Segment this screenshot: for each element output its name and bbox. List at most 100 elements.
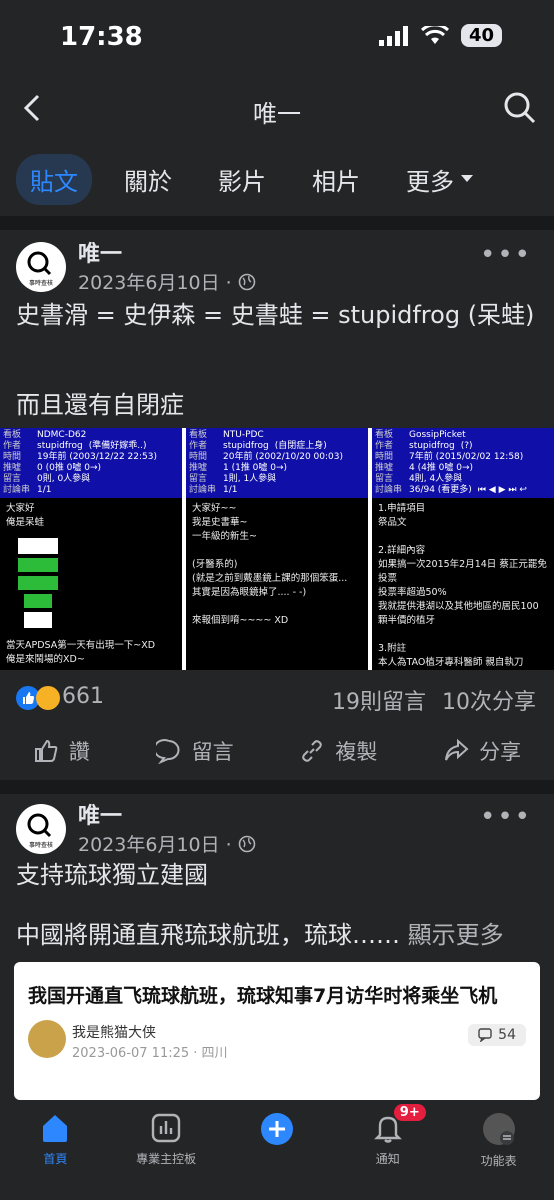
page-title: 唯一 [253, 100, 301, 128]
like-button[interactable]: 讚 [33, 736, 90, 766]
more-options-icon[interactable]: ••• [480, 240, 532, 270]
fact-check-logo-icon: 事時查核 [27, 813, 53, 849]
ptt-comments: 0則, 0人參與 [37, 474, 91, 484]
ptt-key: 看板 [189, 430, 208, 440]
wifi-icon [420, 25, 449, 44]
ptt-line: 祭品文 [378, 517, 407, 528]
post-text-truncated: 中國將開通直飛琉球航班，琉球…… 顯示更多 [16, 918, 536, 952]
ptt-key: 推噓 [375, 463, 394, 473]
signal-icon [378, 25, 408, 46]
ptt-key: 時間 [375, 452, 394, 462]
post-text-excerpt: 中國將開通直飛琉球航班，琉球…… [16, 921, 400, 949]
like-label: 讚 [68, 740, 90, 764]
ptt-panel-header: 看板 GossipPicket 作者 stupidfrog (?) 時間 7年前 (20… [372, 428, 554, 498]
post-author[interactable]: 唯一 [78, 798, 122, 830]
copy-button[interactable]: 複製 [299, 736, 377, 766]
status-icons: 40 [378, 24, 502, 47]
divider [0, 780, 554, 794]
profile-tabs: 貼文 關於 影片 相片 更多 [0, 150, 554, 208]
ptt-push: 0 (0推 0噓 0→) [37, 463, 102, 473]
thumbs-up-icon [34, 739, 58, 762]
nav-menu[interactable]: 功能表 [449, 1112, 549, 1200]
ptt-line: 其實是因為眼鏡掉了.... - -) [192, 587, 307, 598]
preview-comment-count: 54 [498, 1027, 516, 1043]
post-date: 2023年6月10日 · [78, 834, 232, 856]
ptt-page: 1/1 [37, 485, 52, 495]
post-header: 事時查核 唯一 2023年6月10日 · ••• [0, 798, 554, 858]
ptt-line: 當天APDSA第一天有出現一下~XD [6, 640, 156, 651]
svg-text:事時查核: 事時查核 [29, 841, 53, 849]
comment-icon [155, 739, 180, 764]
nav-create[interactable] [227, 1112, 327, 1200]
ptt-push: 4 (4推 0噓 0→) [409, 463, 474, 473]
ptt-line: 本人為TAO植牙專科醫師 親自執刀 [378, 657, 524, 668]
post-meta: 2023年6月10日 · [78, 268, 256, 295]
nav-label: 功能表 [480, 1154, 517, 1168]
ptt-time: 7年前 (2015/02/02 12:58) [409, 452, 524, 462]
search-button[interactable] [502, 90, 538, 130]
ptt-board: NTU-PDC [223, 430, 264, 440]
chat-bubble-icon [478, 1028, 492, 1042]
post-image[interactable]: 看板 NDMC-D62 作者 stupidfrog (準備好嫁乖..) 時間 19年前 … [0, 428, 554, 670]
ptt-line: 2.詳細內容 [378, 545, 426, 556]
post-date: 2023年6月10日 · [78, 272, 232, 294]
ptt-time: 20年前 (2002/10/20 00:03) [223, 452, 344, 462]
copy-label: 複製 [335, 740, 378, 764]
link-preview-card[interactable]: 我国开通直飞琉球航班，琉球知事7月访华时将乘坐飞机 我是熊猫大侠 2023-06… [14, 962, 540, 1100]
ptt-board: GossipPicket [409, 430, 466, 440]
notification-badge: 9+ [393, 1104, 426, 1121]
avatar[interactable]: 事時查核 [16, 242, 66, 292]
more-options-icon[interactable]: ••• [480, 802, 532, 832]
status-time: 17:38 [60, 22, 143, 52]
comment-count[interactable]: 19則留言 [332, 684, 426, 716]
post-stats: 19則留言 10次分享 [332, 684, 536, 716]
post-text: 支持琉球獨立建國 [16, 861, 208, 889]
page-header: 唯一 [0, 80, 554, 140]
ptt-panel: 看板 NDMC-D62 作者 stupidfrog (準備好嫁乖..) 時間 19年前 … [0, 428, 182, 670]
preview-avatar [28, 1020, 66, 1058]
post-author[interactable]: 唯一 [78, 236, 122, 268]
tab-posts[interactable]: 貼文 [16, 153, 92, 205]
globe-icon [238, 835, 256, 852]
nav-label: 首頁 [43, 1152, 68, 1166]
comment-button[interactable]: 留言 [155, 736, 234, 766]
ptt-comments: 1則, 1人參與 [223, 474, 277, 484]
post-text: 而且還有自閉症 [16, 391, 184, 419]
frog-ascii-icon [18, 538, 58, 628]
caret-down-icon [461, 175, 473, 182]
nav-dashboard[interactable]: 專業主控板 [116, 1112, 216, 1200]
ptt-author: stupidfrog [223, 441, 269, 451]
ptt-line: (牙醫系的) [192, 559, 238, 570]
tab-photos[interactable]: 相片 [298, 154, 374, 205]
preview-title: 我国开通直飞琉球航班，琉球知事7月访华时将乘坐飞机 [28, 985, 498, 1007]
nav-home[interactable]: 首頁 [5, 1112, 105, 1200]
menu-icon [482, 1113, 515, 1145]
ptt-key: 討論串 [189, 485, 217, 495]
ptt-line: 投票率超過50% [378, 587, 447, 598]
nav-notifications[interactable]: 9+ 通知 [338, 1104, 438, 1200]
ptt-page: 36/94 (看更多) [409, 485, 472, 495]
reaction-count[interactable]: 661 [62, 684, 104, 709]
see-more-link[interactable]: 顯示更多 [408, 921, 504, 949]
tab-about[interactable]: 關於 [110, 154, 186, 205]
ptt-line: 一年級的新生~ [192, 531, 257, 542]
avatar[interactable]: 事時查核 [16, 804, 66, 854]
tab-more[interactable]: 更多 [392, 154, 488, 205]
share-count[interactable]: 10次分享 [442, 684, 536, 716]
ptt-note: (準備好嫁乖..) [88, 441, 147, 451]
share-label: 分享 [479, 740, 522, 764]
comment-label: 留言 [191, 740, 234, 764]
ptt-line: 1.申請項目 [378, 503, 426, 514]
ptt-line: 我就提供港湖以及其他地區的居民100顆半價的植牙 [378, 601, 539, 626]
share-button[interactable]: 分享 [443, 736, 521, 766]
ptt-line: 我是史書華~ [192, 517, 248, 528]
ptt-panel-header: 看板 NDMC-D62 作者 stupidfrog (準備好嫁乖..) 時間 19年前 … [0, 428, 182, 498]
ptt-line: (就是之前到戴墨鏡上課的那個笨蛋... [192, 573, 348, 584]
reaction-icons[interactable] [16, 686, 60, 710]
ptt-comments: 4則, 4人參與 [409, 474, 463, 484]
ptt-key: 看板 [3, 430, 22, 440]
preview-author: 我是熊猫大侠 [72, 1025, 156, 1041]
ptt-key: 留言 [189, 474, 208, 484]
tab-videos[interactable]: 影片 [204, 154, 280, 205]
ptt-line: 俺是來鬧場的XD~ [6, 654, 85, 665]
